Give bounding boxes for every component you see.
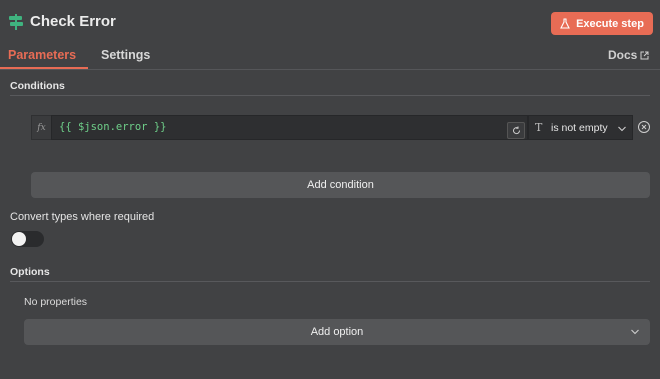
add-option-button[interactable]: Add option xyxy=(24,319,650,345)
options-divider xyxy=(10,281,650,282)
tab-settings[interactable]: Settings xyxy=(101,48,150,62)
operator-label: is not empty xyxy=(551,122,608,134)
execute-step-label: Execute step xyxy=(576,17,644,30)
condition-row: fx {{ $json.error }} T is not empty xyxy=(31,115,633,140)
node-header: Check Error Execute step xyxy=(0,0,660,44)
string-type-icon: T xyxy=(535,121,543,134)
convert-types-label: Convert types where required xyxy=(10,211,155,223)
fx-icon: fx xyxy=(31,115,51,140)
convert-types-toggle[interactable] xyxy=(11,231,44,247)
remove-condition-icon[interactable] xyxy=(638,121,650,133)
external-link-icon xyxy=(640,51,649,59)
add-option-label: Add option xyxy=(310,326,364,338)
condition-expression-input[interactable]: {{ $json.error }} xyxy=(51,115,528,140)
operator-select[interactable]: T is not empty xyxy=(528,115,633,140)
flask-icon xyxy=(560,18,570,29)
tab-parameters[interactable]: Parameters xyxy=(8,48,76,62)
chevron-down-icon xyxy=(631,329,639,335)
conditions-divider xyxy=(10,95,650,96)
tabs-divider xyxy=(0,69,660,70)
expression-toggle-button[interactable] xyxy=(507,122,525,139)
chevron-down-icon xyxy=(618,126,626,132)
execute-step-button[interactable]: Execute step xyxy=(551,12,653,35)
add-condition-button[interactable]: Add condition xyxy=(31,172,650,198)
docs-link[interactable]: Docs xyxy=(608,48,649,62)
close-icon xyxy=(641,124,647,130)
no-properties-text: No properties xyxy=(24,296,88,308)
signpost-icon xyxy=(9,14,23,30)
refresh-icon xyxy=(512,126,520,135)
tab-bar: Parameters Settings xyxy=(0,44,660,70)
toggle-knob xyxy=(12,232,26,246)
conditions-heading: Conditions xyxy=(10,80,65,92)
docs-label: Docs xyxy=(608,48,638,62)
add-condition-label: Add condition xyxy=(307,179,374,191)
options-heading: Options xyxy=(10,266,50,278)
node-title[interactable]: Check Error xyxy=(30,13,116,30)
